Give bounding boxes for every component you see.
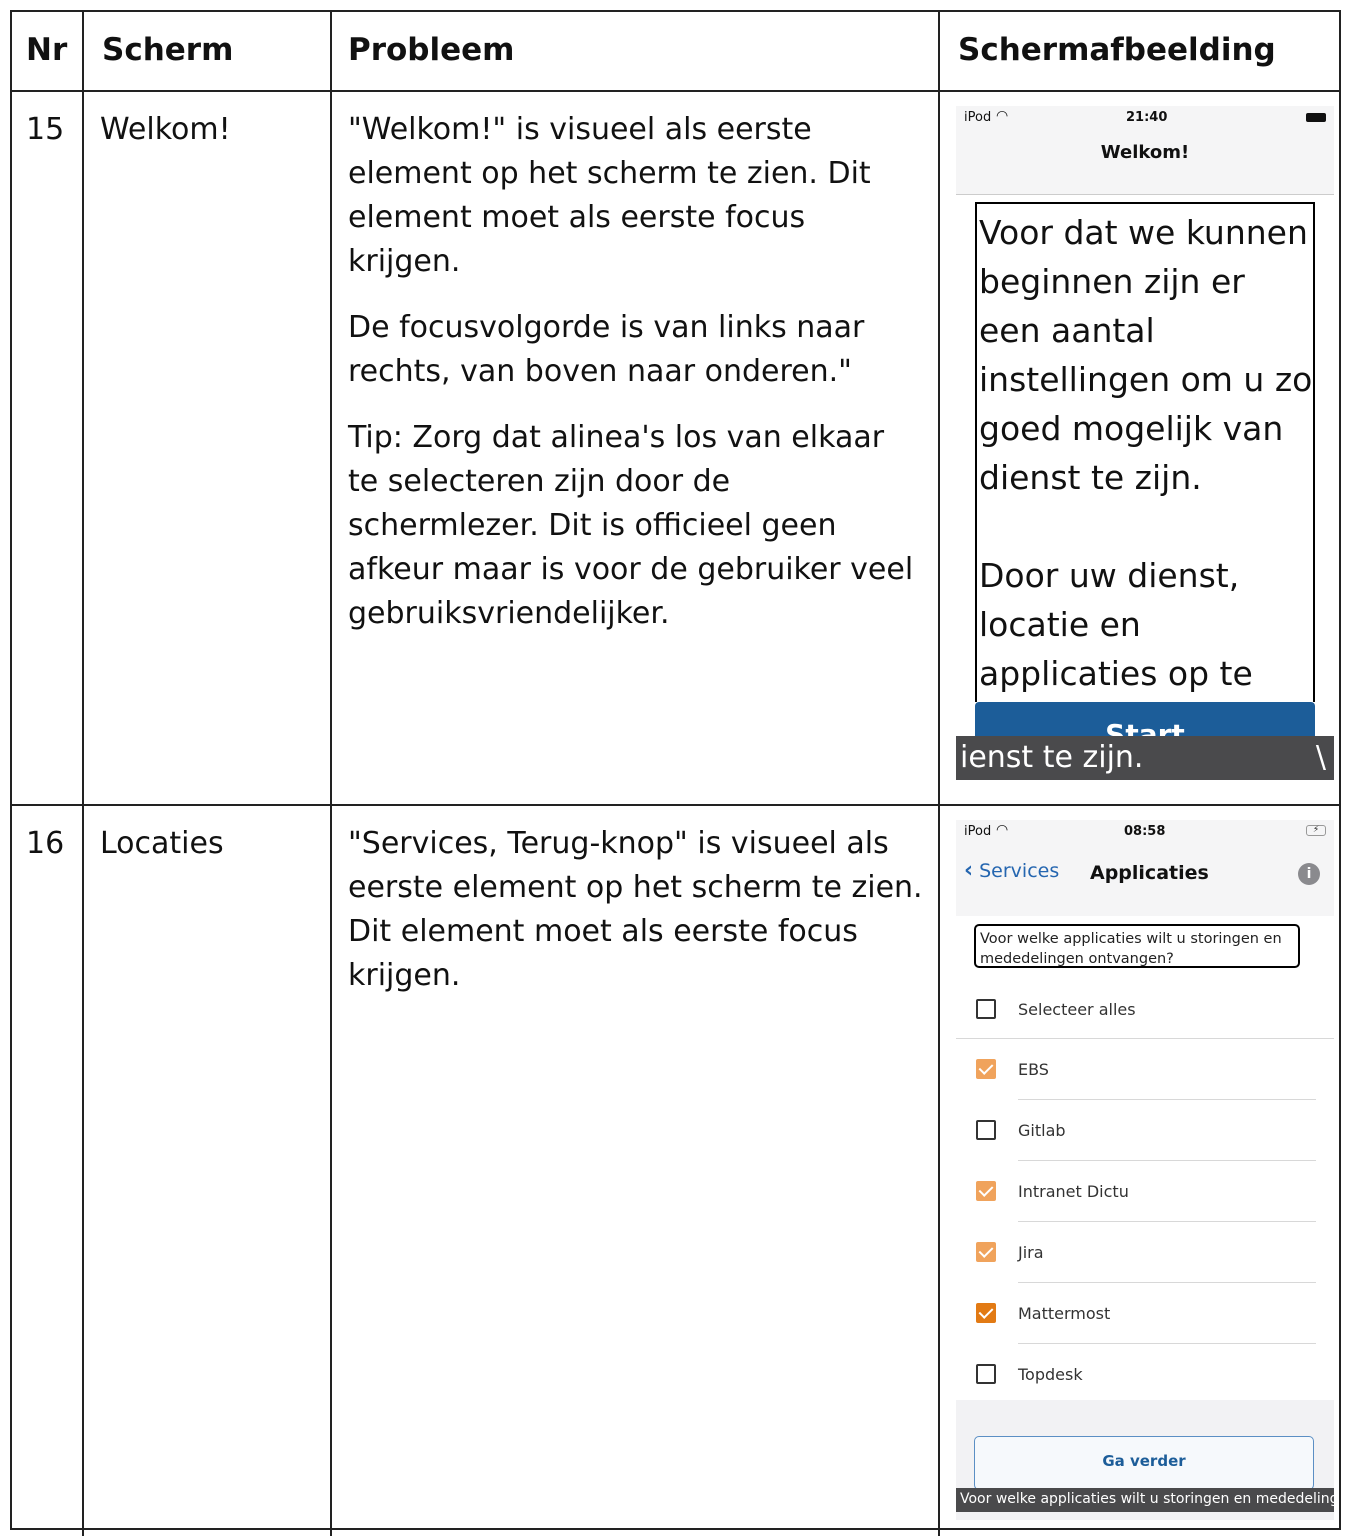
app-label: Intranet Dictu xyxy=(1018,1182,1129,1201)
battery-icon xyxy=(1306,113,1326,122)
select-all-row[interactable]: Selecteer alles xyxy=(956,980,1334,1039)
caption-scroll-indicator: \ xyxy=(1315,740,1326,775)
row-nr: 15 xyxy=(26,112,65,147)
list-item[interactable]: EBS xyxy=(956,1039,1334,1100)
problem-paragraph: Tip: Zorg dat alinea's los van elkaar te… xyxy=(348,420,914,631)
table-row: 15 Welkom! "Welkom!" is visueel als eers… xyxy=(12,92,1339,806)
list-item[interactable]: Gitlab xyxy=(956,1100,1334,1161)
list-item[interactable]: Mattermost xyxy=(956,1283,1334,1344)
row-screen: Locaties xyxy=(100,826,224,861)
question-text: Voor welke applicaties wilt u storingen … xyxy=(980,931,1282,967)
problem-paragraph: "Services, Terug-knop" is visueel als ee… xyxy=(348,826,923,993)
app-label: Gitlab xyxy=(1018,1121,1066,1140)
caption-text: Voor welke applicaties wilt u storingen … xyxy=(960,1491,1334,1507)
select-all-checkbox[interactable] xyxy=(976,999,996,1019)
select-all-label: Selecteer alles xyxy=(1018,1000,1136,1019)
row-screen: Welkom! xyxy=(100,112,231,147)
info-icon[interactable]: i xyxy=(1298,863,1320,885)
row-nr: 16 xyxy=(26,826,65,861)
screen-title: Applicaties xyxy=(1090,862,1209,884)
question-label-focused: Voor welke applicaties wilt u storingen … xyxy=(974,924,1300,968)
screenshot-applicaties: iPod ◠ 08:58 ⚡ ‹ Services Applicaties i … xyxy=(956,820,1334,1520)
welcome-body: Voor dat we kunnen beginnen zijn er een … xyxy=(979,213,1313,497)
app-label: Mattermost xyxy=(1018,1304,1111,1323)
app-label: Topdesk xyxy=(1018,1365,1083,1384)
nav-bar: iPod ◠ 08:58 ⚡ ‹ Services Applicaties i xyxy=(956,820,1334,916)
app-label: EBS xyxy=(1018,1060,1049,1079)
continue-label: Ga verder xyxy=(1102,1452,1186,1470)
list-item[interactable]: Jira xyxy=(956,1222,1334,1283)
app-list: EBS Gitlab Intranet Dictu Jira Mattermos… xyxy=(956,1039,1334,1399)
list-item[interactable]: Topdesk xyxy=(956,1344,1334,1405)
welcome-body-2: Door uw dienst, locatie en applicaties o… xyxy=(979,556,1253,693)
voiceover-caption: Voor welke applicaties wilt u storingen … xyxy=(956,1488,1334,1512)
row-problem: "Welkom!" is visueel als eerste element … xyxy=(348,108,923,658)
checkbox-unchecked[interactable] xyxy=(976,1364,996,1384)
screenshot-welkom: iPod ◠ 21:40 Welkom! Voor dat we kunnen … xyxy=(956,106,1334,780)
back-button[interactable]: ‹ Services xyxy=(964,858,1059,883)
status-bar: iPod ◠ 08:58 ⚡ xyxy=(956,820,1334,850)
chevron-left-icon: ‹ xyxy=(964,858,974,883)
clock-label: 21:40 xyxy=(1126,110,1168,125)
carrier-label: iPod xyxy=(964,824,992,839)
caption-text: ienst te zijn. xyxy=(960,740,1144,775)
checkbox-checked-light[interactable] xyxy=(976,1242,996,1262)
header-problem: Probleem xyxy=(348,32,515,68)
app-label: Jira xyxy=(1018,1243,1044,1262)
problem-paragraph: "Welkom!" is visueel als eerste element … xyxy=(348,112,871,279)
problem-paragraph: De focusvolgorde is van links naar recht… xyxy=(348,310,865,389)
review-table: Nr Scherm Probleem Schermafbeelding 15 W… xyxy=(10,10,1341,1536)
focused-text-block: Voor dat we kunnen beginnen zijn er een … xyxy=(975,202,1315,702)
table-header-row: Nr Scherm Probleem Schermafbeelding xyxy=(12,12,1339,92)
back-label: Services xyxy=(979,860,1060,882)
table-row: 16 Locaties "Services, Terug-knop" is vi… xyxy=(12,806,1339,1536)
header-screen: Scherm xyxy=(102,32,234,68)
list-item[interactable]: Intranet Dictu xyxy=(956,1161,1334,1222)
row-problem: "Services, Terug-knop" is visueel als ee… xyxy=(348,822,923,1020)
voiceover-caption: ienst te zijn. \ xyxy=(956,736,1334,780)
checkbox-checked-light[interactable] xyxy=(976,1181,996,1201)
checkbox-unchecked[interactable] xyxy=(976,1120,996,1140)
header-screenshot: Schermafbeelding xyxy=(958,32,1276,68)
screen-title: Welkom! xyxy=(1100,142,1190,163)
header-nr: Nr xyxy=(26,32,68,68)
continue-button[interactable]: Ga verder xyxy=(974,1436,1314,1490)
wifi-icon: ◠ xyxy=(996,108,1009,124)
charging-battery-icon: ⚡ xyxy=(1306,825,1326,836)
wifi-icon: ◠ xyxy=(996,822,1009,838)
clock-label: 08:58 xyxy=(1124,824,1166,839)
checkbox-checked[interactable] xyxy=(976,1303,996,1323)
nav-bar: iPod ◠ 21:40 Welkom! xyxy=(956,106,1334,195)
checkbox-checked-light[interactable] xyxy=(976,1059,996,1079)
carrier-label: iPod xyxy=(964,110,992,125)
status-bar: iPod ◠ 21:40 xyxy=(956,106,1334,136)
